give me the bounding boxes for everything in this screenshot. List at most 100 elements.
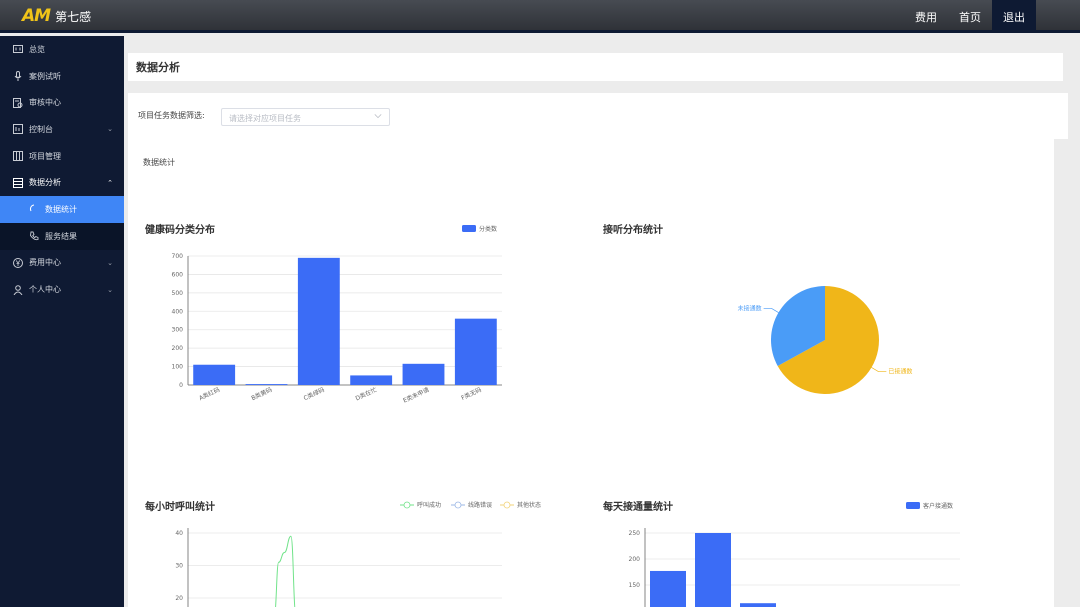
logout-button[interactable]: 退出 xyxy=(992,0,1036,33)
bar xyxy=(245,384,288,385)
legend-marker xyxy=(403,501,411,509)
page-title: 数据分析 xyxy=(136,61,180,74)
sidebar: 总览 案例试听 审核中心 控制台 ⌄ 项目管理 数据分析 ⌃ 数据统计 服务结果… xyxy=(0,36,124,607)
sidebar-subitem-service-results[interactable]: 服务结果 xyxy=(0,223,124,250)
sidebar-item-label: 案例试听 xyxy=(29,71,61,81)
x-tick-label: B类黄码 xyxy=(250,386,273,403)
sidebar-item-label: 服务结果 xyxy=(45,231,77,241)
filter-bar: 项目任务数据筛选: 请选择对应项目任务 xyxy=(128,93,1068,139)
main-area: 数据分析 项目任务数据筛选: 请选择对应项目任务 数据统计 健康码分类分布 分类数… xyxy=(124,36,1080,607)
sidebar-item-console[interactable]: 控制台 ⌄ xyxy=(0,116,124,143)
phone-icon xyxy=(28,231,39,242)
nav-fees[interactable]: 费用 xyxy=(904,0,948,33)
sidebar-item-fees[interactable]: 费用中心 ⌄ xyxy=(0,250,124,277)
chart-title: 健康码分类分布 xyxy=(145,223,215,236)
console-icon xyxy=(12,124,23,135)
yen-icon xyxy=(12,257,23,268)
sidebar-subitem-data-stats[interactable]: 数据统计 xyxy=(0,196,124,223)
y-tick-label: 30 xyxy=(175,563,183,570)
logo[interactable]: AM 第七感 xyxy=(22,6,91,26)
sidebar-item-data-analysis[interactable]: 数据分析 ⌃ xyxy=(0,169,124,196)
top-nav: 费用 首页 xyxy=(904,0,992,33)
chart-title: 每小时呼叫统计 xyxy=(145,500,215,513)
y-tick-label: 600 xyxy=(172,271,184,278)
y-tick-label: 200 xyxy=(629,556,641,563)
legend-label: 呼叫成功 xyxy=(417,501,441,509)
legend-label: 线路错误 xyxy=(468,501,492,509)
sidebar-item-label: 个人中心 xyxy=(29,285,61,295)
sidebar-item-label: 审核中心 xyxy=(29,98,61,108)
analysis-icon xyxy=(12,177,23,188)
sidebar-item-case-listening[interactable]: 案例试听 xyxy=(0,63,124,90)
sidebar-item-label: 数据分析 xyxy=(29,178,61,188)
sidebar-item-label: 项目管理 xyxy=(29,151,61,161)
x-tick-label: E类未申请 xyxy=(402,386,431,405)
filter-label: 项目任务数据筛选: xyxy=(138,111,205,120)
page-header: 数据分析 xyxy=(128,53,1063,81)
dashboard-icon xyxy=(12,44,23,55)
logo-text: 第七感 xyxy=(55,9,92,24)
bar xyxy=(650,570,686,607)
bar xyxy=(402,363,445,385)
audit-icon xyxy=(12,97,23,108)
logo-mark: AM xyxy=(22,6,51,26)
project-icon xyxy=(12,151,23,162)
x-tick-label: F类无码 xyxy=(460,386,483,402)
y-tick-label: 400 xyxy=(172,308,184,315)
bar xyxy=(350,375,393,385)
bar xyxy=(454,318,497,385)
pie-label: 已接通数 xyxy=(888,368,912,376)
bar xyxy=(740,603,776,607)
y-tick-label: 250 xyxy=(629,530,641,537)
chart-title: 每天接通量统计 xyxy=(603,500,673,513)
pie-label: 未接通数 xyxy=(738,304,762,312)
chevron-down-icon: ⌄ xyxy=(107,125,113,134)
chevron-down-icon: ⌄ xyxy=(107,258,113,267)
bar xyxy=(193,364,236,385)
y-tick-label: 300 xyxy=(172,327,184,334)
y-tick-label: 700 xyxy=(172,253,184,260)
nav-home[interactable]: 首页 xyxy=(948,0,992,33)
y-tick-label: 100 xyxy=(172,364,184,371)
y-tick-label: 40 xyxy=(175,530,183,537)
y-tick-label: 150 xyxy=(629,582,641,589)
y-tick-label: 200 xyxy=(172,345,184,352)
user-icon xyxy=(12,284,23,295)
microphone-icon xyxy=(12,71,23,82)
select-placeholder: 请选择对应项目任务 xyxy=(229,114,301,123)
sidebar-item-label: 数据统计 xyxy=(45,204,77,214)
x-tick-label: A类红码 xyxy=(198,386,221,403)
legend-label: 分类数 xyxy=(479,225,497,233)
chevron-up-icon: ⌃ xyxy=(107,178,113,187)
sidebar-item-label: 控制台 xyxy=(29,124,53,134)
x-tick-label: C类绿码 xyxy=(302,386,326,403)
pie-label-line xyxy=(871,367,887,372)
pie-label-line xyxy=(763,308,779,313)
sidebar-item-label: 费用中心 xyxy=(29,258,61,268)
content-panel: 数据统计 健康码分类分布 分类数 0 100 200 300 400 500 600 700 A类红… xyxy=(128,139,1054,607)
bar xyxy=(297,257,340,385)
legend-swatch xyxy=(906,502,920,509)
sidebar-item-audit[interactable]: 审核中心 xyxy=(0,89,124,116)
charts-canvas: 健康码分类分布 分类数 0 100 200 300 400 500 600 700 A类红码 B类黄码… xyxy=(145,223,960,607)
sidebar-item-label: 总览 xyxy=(29,44,45,54)
chevron-down-icon xyxy=(374,114,382,119)
legend-label: 客户接通数 xyxy=(923,502,953,510)
chevron-down-icon: ⌄ xyxy=(107,285,113,294)
y-tick-label: 0 xyxy=(179,382,183,389)
submenu-data-analysis: 数据统计 服务结果 xyxy=(0,196,124,250)
project-task-select[interactable]: 请选择对应项目任务 xyxy=(221,108,390,126)
top-bar: AM 第七感 费用 首页 退出 xyxy=(0,0,1080,33)
bar xyxy=(695,533,731,607)
loading-icon xyxy=(28,204,39,215)
sidebar-item-projects[interactable]: 项目管理 xyxy=(0,143,124,170)
x-tick-label: D类在忙 xyxy=(354,386,378,403)
legend-label: 其他状态 xyxy=(517,501,541,509)
y-tick-label: 500 xyxy=(172,290,184,297)
chart-title: 接听分布统计 xyxy=(603,223,663,236)
legend-marker xyxy=(503,501,511,509)
sidebar-item-personal[interactable]: 个人中心 ⌄ xyxy=(0,276,124,303)
legend-marker xyxy=(454,501,462,509)
series-line xyxy=(275,535,296,607)
sidebar-item-overview[interactable]: 总览 xyxy=(0,36,124,63)
